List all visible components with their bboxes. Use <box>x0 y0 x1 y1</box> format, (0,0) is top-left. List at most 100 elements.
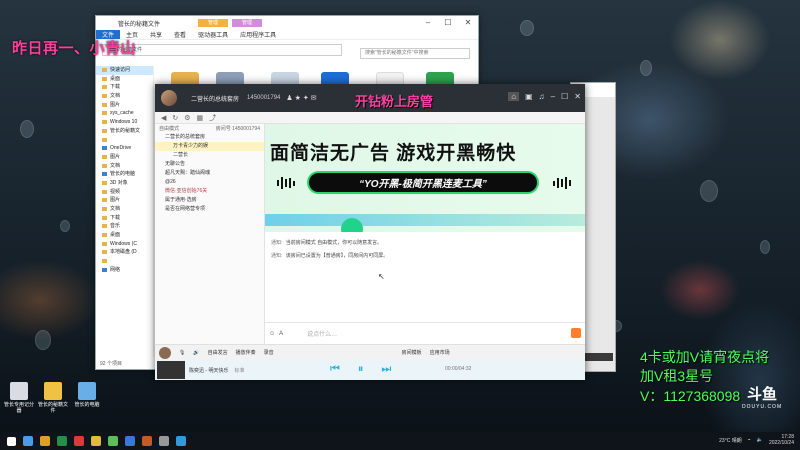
nav-item[interactable]: 图片 <box>96 153 153 162</box>
volume-icon[interactable]: 🔈 <box>757 437 763 443</box>
app-icon[interactable] <box>57 436 67 446</box>
desktop-icon[interactable]: 管长专用记分器 <box>2 382 36 414</box>
app-icon[interactable] <box>176 436 186 446</box>
play-accompany-button[interactable]: 播放伴奏 <box>236 349 256 356</box>
weather-text[interactable]: 23°C 晴朗 <box>719 437 742 444</box>
nav-item[interactable]: 文档 <box>96 92 153 101</box>
nav-item[interactable]: OneDrive <box>96 144 153 153</box>
desktop-icon[interactable]: 管长的电脑 <box>70 382 104 408</box>
clock[interactable]: 17:28 2022/10/24 <box>769 434 794 446</box>
chat-input-bar[interactable]: ☺ A 说点什么… <box>265 322 585 344</box>
tab-app-tools[interactable]: 应用程序工具 <box>234 30 282 39</box>
channel-tree-item[interactable]: 微信·亚信创始76关 <box>155 187 264 196</box>
douyu-logo: 斗鱼 DOUYU.COM <box>742 383 782 410</box>
channel-tree-item[interactable]: 万卡青少力的娱 <box>155 142 264 151</box>
home-icon[interactable]: ⌂ <box>508 92 520 101</box>
mic-icon[interactable]: 🎙 <box>179 350 185 356</box>
font-icon[interactable]: A <box>279 331 283 337</box>
room-number: 房间号 1450001794 <box>215 126 260 132</box>
grid-icon[interactable]: ▦ <box>197 114 204 122</box>
settings-icon[interactable]: ⚙ <box>184 114 190 122</box>
nav-item[interactable]: 桌面 <box>96 75 153 84</box>
nav-item[interactable]: 图片 <box>96 101 153 110</box>
emoji-icon[interactable]: ☺ <box>269 331 275 337</box>
maximize-button[interactable]: ☐ <box>438 16 458 30</box>
app-icon[interactable] <box>91 436 101 446</box>
minimize-icon[interactable]: – <box>551 92 555 101</box>
tab-view[interactable]: 查看 <box>168 30 192 39</box>
user-avatar[interactable] <box>159 346 171 359</box>
music-icon[interactable]: ♫ <box>539 92 545 101</box>
desktop-icon-label: 管长专用记分器 <box>3 402 34 414</box>
nav-item[interactable]: 音乐 <box>96 222 153 231</box>
address-bar[interactable]: 管长的秘籍文件 <box>102 44 342 56</box>
nav-item[interactable]: 文档 <box>96 162 153 171</box>
nav-item[interactable]: 管长的秘籍文 <box>96 127 153 136</box>
advertisement-banner[interactable]: 面简洁无广告 游戏开黑畅快 “YO开黑-极简开黑连麦工具” <box>265 124 585 232</box>
channel-tree-item[interactable]: 二营长 <box>155 151 264 160</box>
promo-line: 4卡或加V请宵夜点将 <box>640 349 770 365</box>
app-market-button[interactable]: 应用市场 <box>430 349 450 356</box>
start-icon[interactable] <box>7 436 16 446</box>
gamepad-icon[interactable]: ▣ <box>525 92 533 101</box>
nav-item[interactable]: Windows (C <box>96 240 153 249</box>
tab-share[interactable]: 共享 <box>144 30 168 39</box>
channel-tree-item[interactable]: 二营长的总统套房 <box>155 133 264 142</box>
mode-label[interactable]: 自由模式 <box>159 125 179 132</box>
nav-item[interactable]: 图片 <box>96 196 153 205</box>
record-button[interactable]: 录音 <box>264 349 274 356</box>
chrome-icon[interactable] <box>23 436 33 446</box>
nav-item[interactable]: 3D 对象 <box>96 179 153 188</box>
channel-tree-item[interactable]: @26 <box>155 178 264 187</box>
nav-item[interactable]: 文档 <box>96 205 153 214</box>
channel-tree-item[interactable]: 属于通用·选房 <box>155 196 264 205</box>
nav-item[interactable]: 桌面 <box>96 231 153 240</box>
nav-item[interactable]: 本地磁盘 (D <box>96 248 153 257</box>
desktop-icon[interactable]: 管长的秘籍文件 <box>36 382 70 414</box>
nav-item[interactable]: 下载 <box>96 83 153 92</box>
nav-item[interactable] <box>96 136 153 145</box>
channel-tree-item[interactable]: 无聊公告 <box>155 160 264 169</box>
tab-drive-tools[interactable]: 驱动器工具 <box>192 30 234 39</box>
back-icon[interactable]: ◀ <box>161 114 166 122</box>
minimize-button[interactable]: – <box>418 16 438 30</box>
close-button[interactable]: ✕ <box>458 16 478 30</box>
previous-icon[interactable]: ⏮ <box>330 363 340 376</box>
douyu-logo-text: 斗鱼 <box>747 386 778 403</box>
channel-avatar[interactable] <box>161 90 177 106</box>
nav-item[interactable]: 下载 <box>96 214 153 223</box>
app-icon[interactable] <box>74 436 84 446</box>
next-icon[interactable]: ⏭ <box>381 363 391 376</box>
computer-icon <box>78 382 96 400</box>
channel-actions-icons[interactable]: ♟ ★ ✦ ✉ <box>286 94 316 102</box>
speaker-icon[interactable]: 🔊 <box>193 350 199 356</box>
nav-item[interactable]: Windows 10 <box>96 118 153 127</box>
status-bar: 92 个项目 <box>100 361 122 367</box>
network-icon[interactable]: ⌁ <box>748 437 751 443</box>
app-icon[interactable] <box>159 436 169 446</box>
nav-item[interactable]: 网络 <box>96 266 153 275</box>
search-input[interactable]: 搜索"管长的秘籍文件"中搜索 <box>360 48 470 59</box>
nav-item[interactable]: 管长的电脑 <box>96 170 153 179</box>
pause-icon[interactable]: ⏸ <box>358 363 364 376</box>
folder-icon[interactable] <box>40 436 50 446</box>
free-speak-button[interactable]: 自由发言 <box>208 349 228 356</box>
nav-item[interactable] <box>96 257 153 266</box>
app-icon[interactable] <box>125 436 135 446</box>
refresh-icon[interactable]: ↻ <box>172 114 178 122</box>
nav-item[interactable]: 视频 <box>96 188 153 197</box>
raindrop <box>760 240 770 254</box>
promo-line: V：1127368098 <box>640 388 741 404</box>
send-button[interactable] <box>571 328 581 338</box>
share-icon[interactable]: ⤴ <box>209 113 216 123</box>
channel-tree-item[interactable]: 超凡天赐：踏仙阁魂 <box>155 169 264 178</box>
yy-voice-window: 二营长的总统套房 1450001794 ♟ ★ ✦ ✉ 开钻粉上房管 ⌂ ▣ ♫… <box>155 84 585 380</box>
channel-tree-item[interactable]: 是否在网络营专项 <box>155 205 264 214</box>
restore-icon[interactable]: ☐ <box>561 92 568 101</box>
room-template-button[interactable]: 房间模板 <box>402 349 422 356</box>
nav-item[interactable]: 快速访问 <box>96 66 153 75</box>
close-icon[interactable]: ✕ <box>574 92 581 101</box>
nav-item[interactable]: sys_cache <box>96 109 153 118</box>
app-icon[interactable] <box>108 436 118 446</box>
app-icon[interactable] <box>142 436 152 446</box>
